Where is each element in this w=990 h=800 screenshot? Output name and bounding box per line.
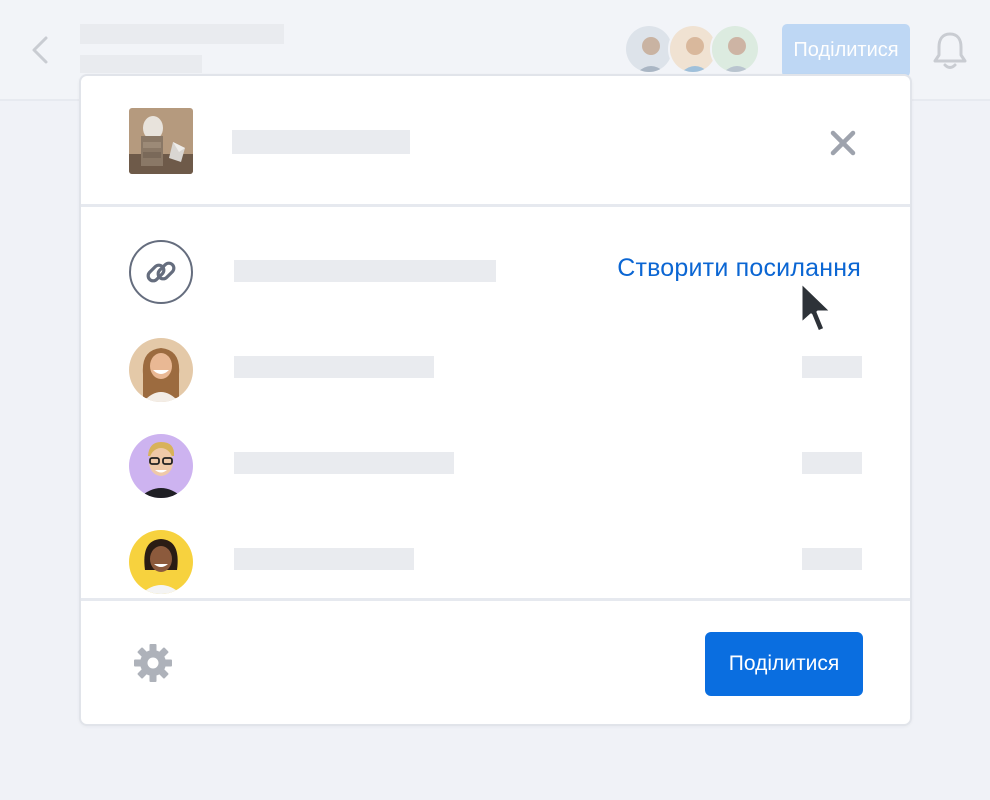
role-placeholder[interactable] [802,452,862,474]
create-link-button[interactable]: Створити посилання [561,254,861,283]
dialog-header [81,76,910,207]
chevron-left-icon[interactable] [24,28,58,72]
dialog-footer: Поділитися [81,598,910,724]
name-placeholder [234,452,454,474]
share-button[interactable]: Поділитися [705,632,863,696]
list-item [81,338,910,402]
dialog-body: Створити посилання [81,210,910,598]
avatar [710,24,760,74]
file-thumbnail [129,108,193,174]
avatar [129,338,193,402]
link-row: Створити посилання [81,240,910,304]
avatar [129,434,193,498]
top-share-button[interactable]: Поділитися [782,24,910,77]
subtitle-placeholder [80,55,202,73]
cursor-icon [799,280,834,334]
list-item [81,530,910,594]
avatar [129,530,193,594]
list-item [81,434,910,498]
gear-icon[interactable] [133,643,173,683]
avatar [624,24,674,74]
role-placeholder[interactable] [802,356,862,378]
file-name-placeholder [232,130,410,154]
link-icon [146,261,176,283]
role-placeholder[interactable] [802,548,862,570]
close-icon[interactable] [828,128,858,158]
share-dialog: Створити посилання Поділитися [79,74,912,726]
name-placeholder [234,548,414,570]
link-icon-circle [129,240,193,304]
title-placeholder [80,24,284,44]
link-text-placeholder [234,260,496,282]
bell-icon[interactable] [930,28,970,72]
name-placeholder [234,356,434,378]
collaborator-avatars[interactable] [624,24,764,74]
